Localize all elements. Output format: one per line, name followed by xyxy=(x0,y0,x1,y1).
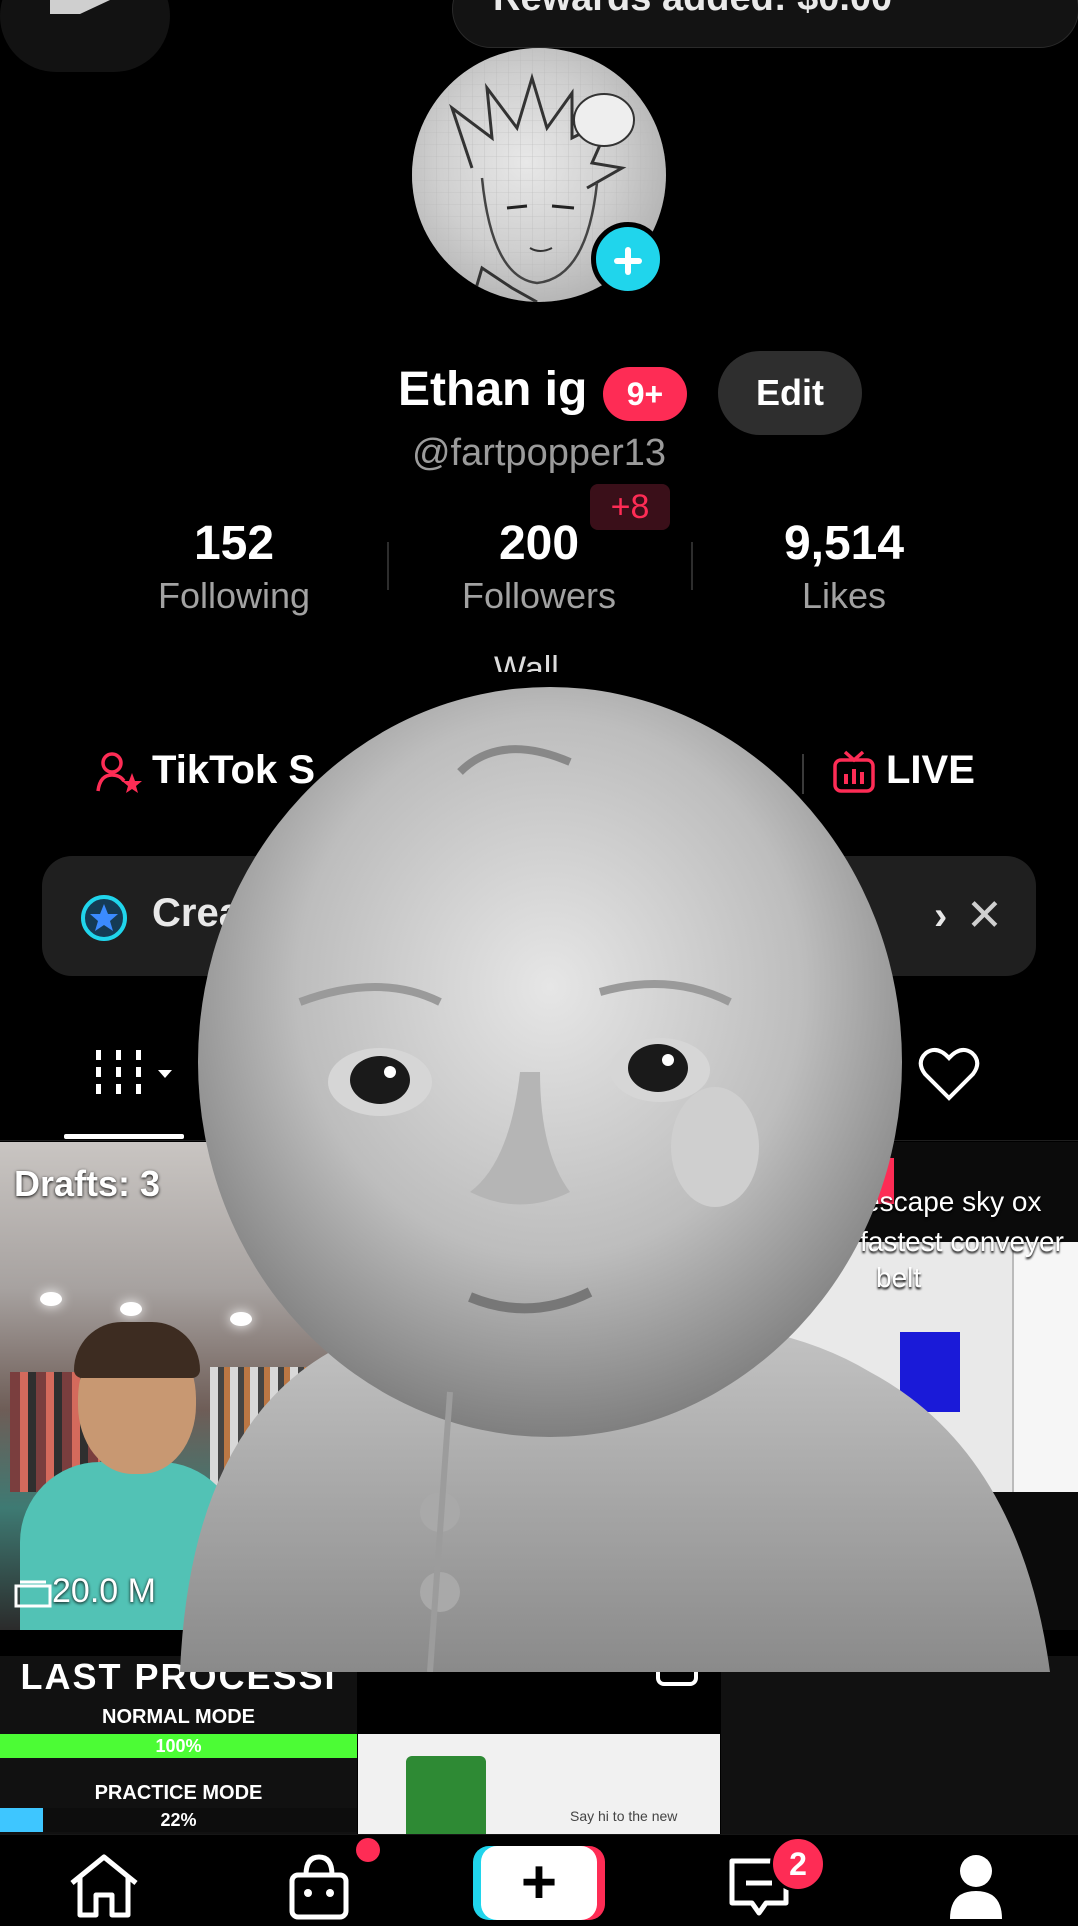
creator-star-icon xyxy=(81,895,127,941)
stat-likes[interactable]: 9,514 Likes xyxy=(692,516,996,617)
stat-label: Followers xyxy=(461,575,617,616)
bio-text[interactable]: Wall xyxy=(494,650,559,672)
stat-value: 200 xyxy=(498,517,580,570)
stat-following[interactable]: 152 Following xyxy=(82,516,386,617)
shop-bag-icon xyxy=(289,1854,349,1920)
create-button[interactable]: + xyxy=(473,1846,605,1920)
profile-name: Ethan ig xyxy=(398,363,588,416)
edit-profile-button[interactable]: Edit xyxy=(718,351,862,435)
draft-size-text: 20.0 M xyxy=(52,1572,156,1610)
stat-followers[interactable]: 200 Followers xyxy=(387,516,691,617)
practice-mode-percent: 22% xyxy=(160,1810,197,1830)
drafts-label: Drafts: 3 xyxy=(14,1163,161,1204)
tiktok-shop-icon xyxy=(96,752,142,794)
shop-notification-dot xyxy=(356,1838,380,1862)
video-tile-game[interactable]: LAST PROCESSI NORMAL MODE 100% PRACTICE … xyxy=(0,1656,357,1834)
normal-mode-label: NORMAL MODE xyxy=(102,1706,255,1728)
rewards-pill[interactable]: Rewards added: $0.00 xyxy=(452,0,1078,48)
video-caption: Say hi to the new xyxy=(570,1808,678,1824)
stat-value: 152 xyxy=(193,517,275,570)
home-icon xyxy=(70,1854,138,1918)
draft-size: 20.0 M xyxy=(14,1572,156,1611)
nav-home[interactable] xyxy=(66,1853,142,1924)
tab-videos[interactable] xyxy=(96,1050,180,1111)
inbox-count-badge: 2 xyxy=(770,1836,826,1892)
normal-mode-percent: 100% xyxy=(155,1736,202,1756)
stat-value: 9,514 xyxy=(783,517,905,570)
profile-icon xyxy=(950,1855,1002,1919)
nav-profile[interactable] xyxy=(948,1853,1004,1924)
stat-label: Following xyxy=(157,575,311,616)
megaphone-icon xyxy=(50,0,110,14)
notification-badge[interactable]: 9+ xyxy=(603,367,687,421)
add-avatar-icon[interactable] xyxy=(591,222,665,296)
announcement-button[interactable] xyxy=(0,0,170,72)
profile-handle: @fartpopper13 xyxy=(411,432,667,474)
video-tile-phone[interactable]: Say hi to the new xyxy=(358,1656,720,1834)
plus-icon: + xyxy=(520,1848,558,1917)
folder-icon xyxy=(14,1580,52,1608)
active-tab-indicator xyxy=(64,1134,184,1139)
video-tile-empty[interactable] xyxy=(721,1656,1078,1834)
baby-sticker-image xyxy=(180,687,1050,1672)
stat-label: Likes xyxy=(801,575,887,616)
rewards-text: Rewards added: $0.00 xyxy=(493,0,892,20)
videos-grid-icon xyxy=(96,1050,172,1094)
nav-shop[interactable] xyxy=(286,1853,352,1926)
practice-mode-label: PRACTICE MODE xyxy=(94,1782,263,1804)
